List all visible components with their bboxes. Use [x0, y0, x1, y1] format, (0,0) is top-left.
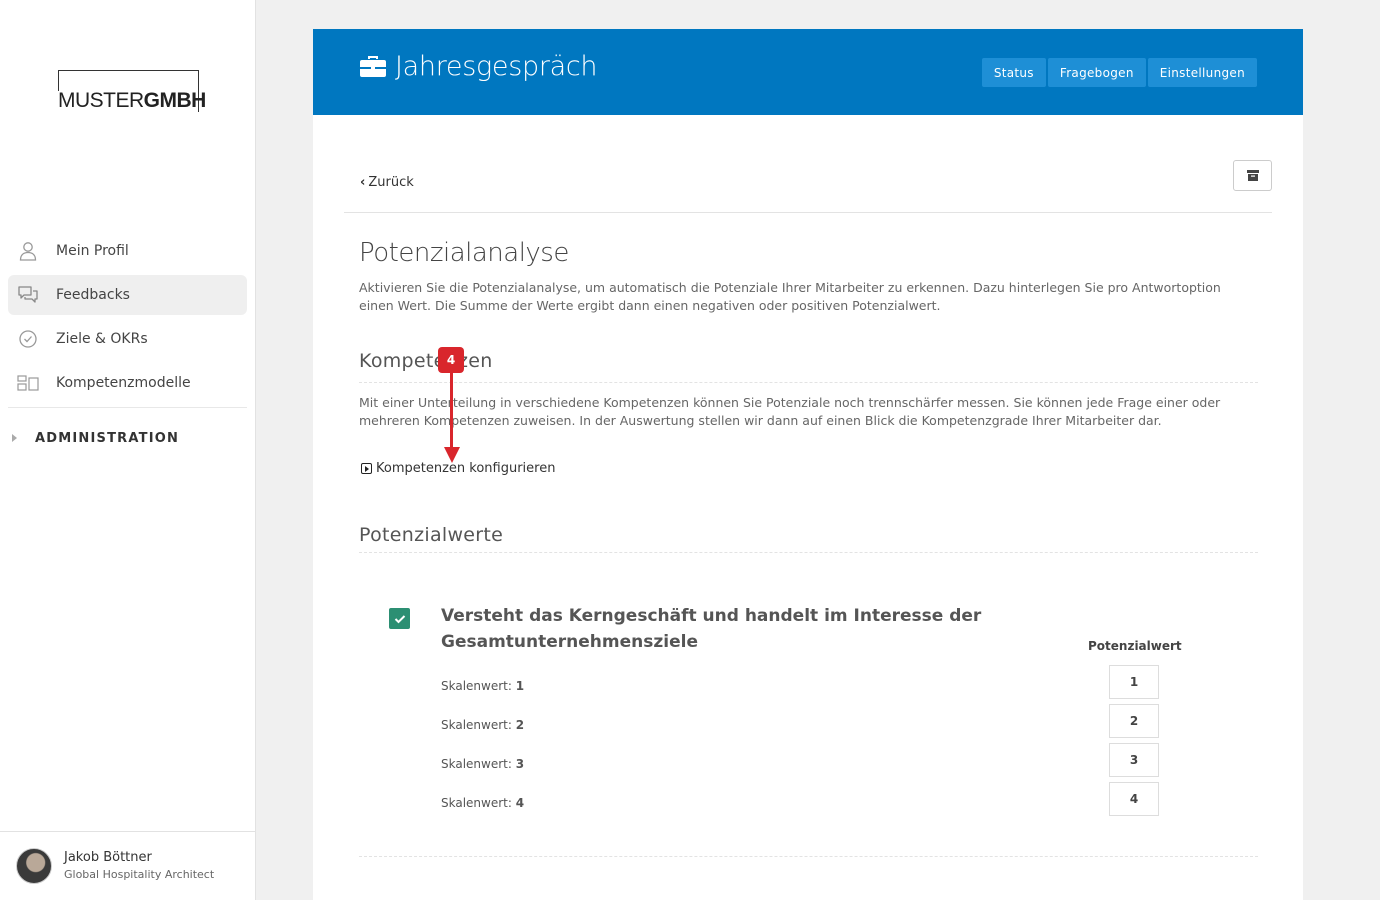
configure-label: Kompetenzen konfigurieren [376, 461, 556, 476]
scale-value: 1 [515, 679, 525, 693]
caret-right-icon [12, 434, 17, 442]
nav-item-administration[interactable]: ADMINISTRATION [12, 427, 179, 449]
section-title-potenzialwerte: Potenzialwerte [359, 524, 504, 546]
annotation-arrow [450, 373, 453, 449]
page-header: Jahresgespräch Status Fragebogen Einstel… [313, 29, 1303, 115]
scale-row: Skalenwert: 4 [441, 796, 524, 810]
checkmark-icon [394, 614, 405, 623]
page-title-text: Jahresgespräch [395, 51, 598, 82]
divider [344, 212, 1272, 213]
potenzialwert-input[interactable]: 2 [1109, 704, 1159, 738]
user-icon [17, 240, 39, 262]
user-profile[interactable]: Jakob Böttner Global Hospitality Archite… [16, 848, 214, 884]
scale-label: Skalenwert: [441, 757, 512, 771]
sidebar: MUSTERGMBH Mein Profil Feedbacks Ziele &… [0, 0, 256, 900]
user-role: Global Hospitality Architect [64, 868, 215, 881]
status-button[interactable]: Status [981, 58, 1046, 87]
back-link[interactable]: ‹ Zurück [360, 175, 414, 190]
annotation-arrow-head [444, 447, 460, 463]
dashed-divider [359, 856, 1258, 857]
kompetenzen-description: Mit einer Unterteilung in verschiedene K… [359, 395, 1221, 428]
nav-label: Feedbacks [56, 287, 130, 303]
scale-row: Skalenwert: 2 [441, 718, 524, 732]
scale-value: 2 [515, 718, 525, 732]
logo-text-light: MUSTER [58, 89, 144, 112]
page-title: Jahresgespräch [359, 51, 598, 82]
logo-text-bold: GMBH [143, 89, 207, 112]
nav-item-feedbacks[interactable]: Feedbacks [8, 275, 247, 315]
nav-label: Ziele & OKRs [56, 331, 148, 347]
potenzialwert-input[interactable]: 4 [1109, 782, 1159, 816]
nav-divider [8, 407, 247, 408]
scale-row: Skalenwert: 1 [441, 679, 524, 693]
header-buttons: Status Fragebogen Einstellungen [980, 58, 1257, 87]
question-text: Versteht das Kerngeschäft und handelt im… [441, 606, 982, 652]
admin-label: ADMINISTRATION [35, 430, 180, 446]
user-name: Jakob Böttner [64, 850, 152, 865]
einstellungen-button[interactable]: Einstellungen [1147, 58, 1257, 87]
scale-row: Skalenwert: 3 [441, 757, 524, 771]
chevron-left-icon: ‹ [360, 175, 366, 190]
configure-kompetenzen-link[interactable]: Kompetenzen konfigurieren [361, 461, 555, 476]
section-title-kompetenzen: Kompetenzen [359, 350, 493, 372]
nav-label: Mein Profil [56, 243, 129, 259]
annotation-marker: 4 [438, 347, 464, 373]
scale-label: Skalenwert: [441, 718, 512, 732]
nav-item-kompetenzmodelle[interactable]: Kompetenzmodelle [8, 363, 247, 403]
scale-label: Skalenwert: [441, 679, 512, 693]
potenzialwert-input[interactable]: 3 [1109, 743, 1159, 777]
archive-button[interactable] [1233, 160, 1272, 191]
play-square-icon [361, 463, 372, 474]
scale-value: 4 [515, 796, 525, 810]
fragebogen-button[interactable]: Fragebogen [1047, 58, 1146, 87]
briefcase-icon [359, 52, 389, 82]
nav-item-mein-profil[interactable]: Mein Profil [8, 231, 247, 271]
main-card: Jahresgespräch Status Fragebogen Einstel… [313, 29, 1303, 900]
check-circle-icon [17, 328, 39, 350]
logo-text: MUSTERGMBH [58, 90, 206, 112]
nav-label: Kompetenzmodelle [56, 375, 191, 391]
grid-icon [17, 372, 39, 394]
chat-icon [17, 284, 39, 306]
nav-item-ziele-okrs[interactable]: Ziele & OKRs [8, 319, 247, 359]
user-divider [0, 831, 255, 832]
company-logo[interactable]: MUSTERGMBH [58, 70, 206, 112]
back-label: Zurück [368, 175, 414, 190]
potenzialwert-input[interactable]: 1 [1109, 665, 1159, 699]
main-nav: Mein Profil Feedbacks Ziele & OKRs Kompe… [8, 231, 247, 407]
section-title-potenzialanalyse: Potenzialanalyse [359, 238, 569, 268]
potenzialwert-column-label: Potenzialwert [1088, 639, 1182, 653]
potenzialanalyse-description: Aktivieren Sie die Potenzialanalyse, um … [359, 280, 1221, 313]
avatar [16, 848, 52, 884]
dashed-divider [359, 382, 1258, 383]
scale-value: 3 [515, 757, 525, 771]
question-checkbox[interactable] [389, 608, 410, 629]
dashed-divider [359, 552, 1258, 553]
archive-icon [1246, 166, 1259, 185]
scale-label: Skalenwert: [441, 796, 512, 810]
